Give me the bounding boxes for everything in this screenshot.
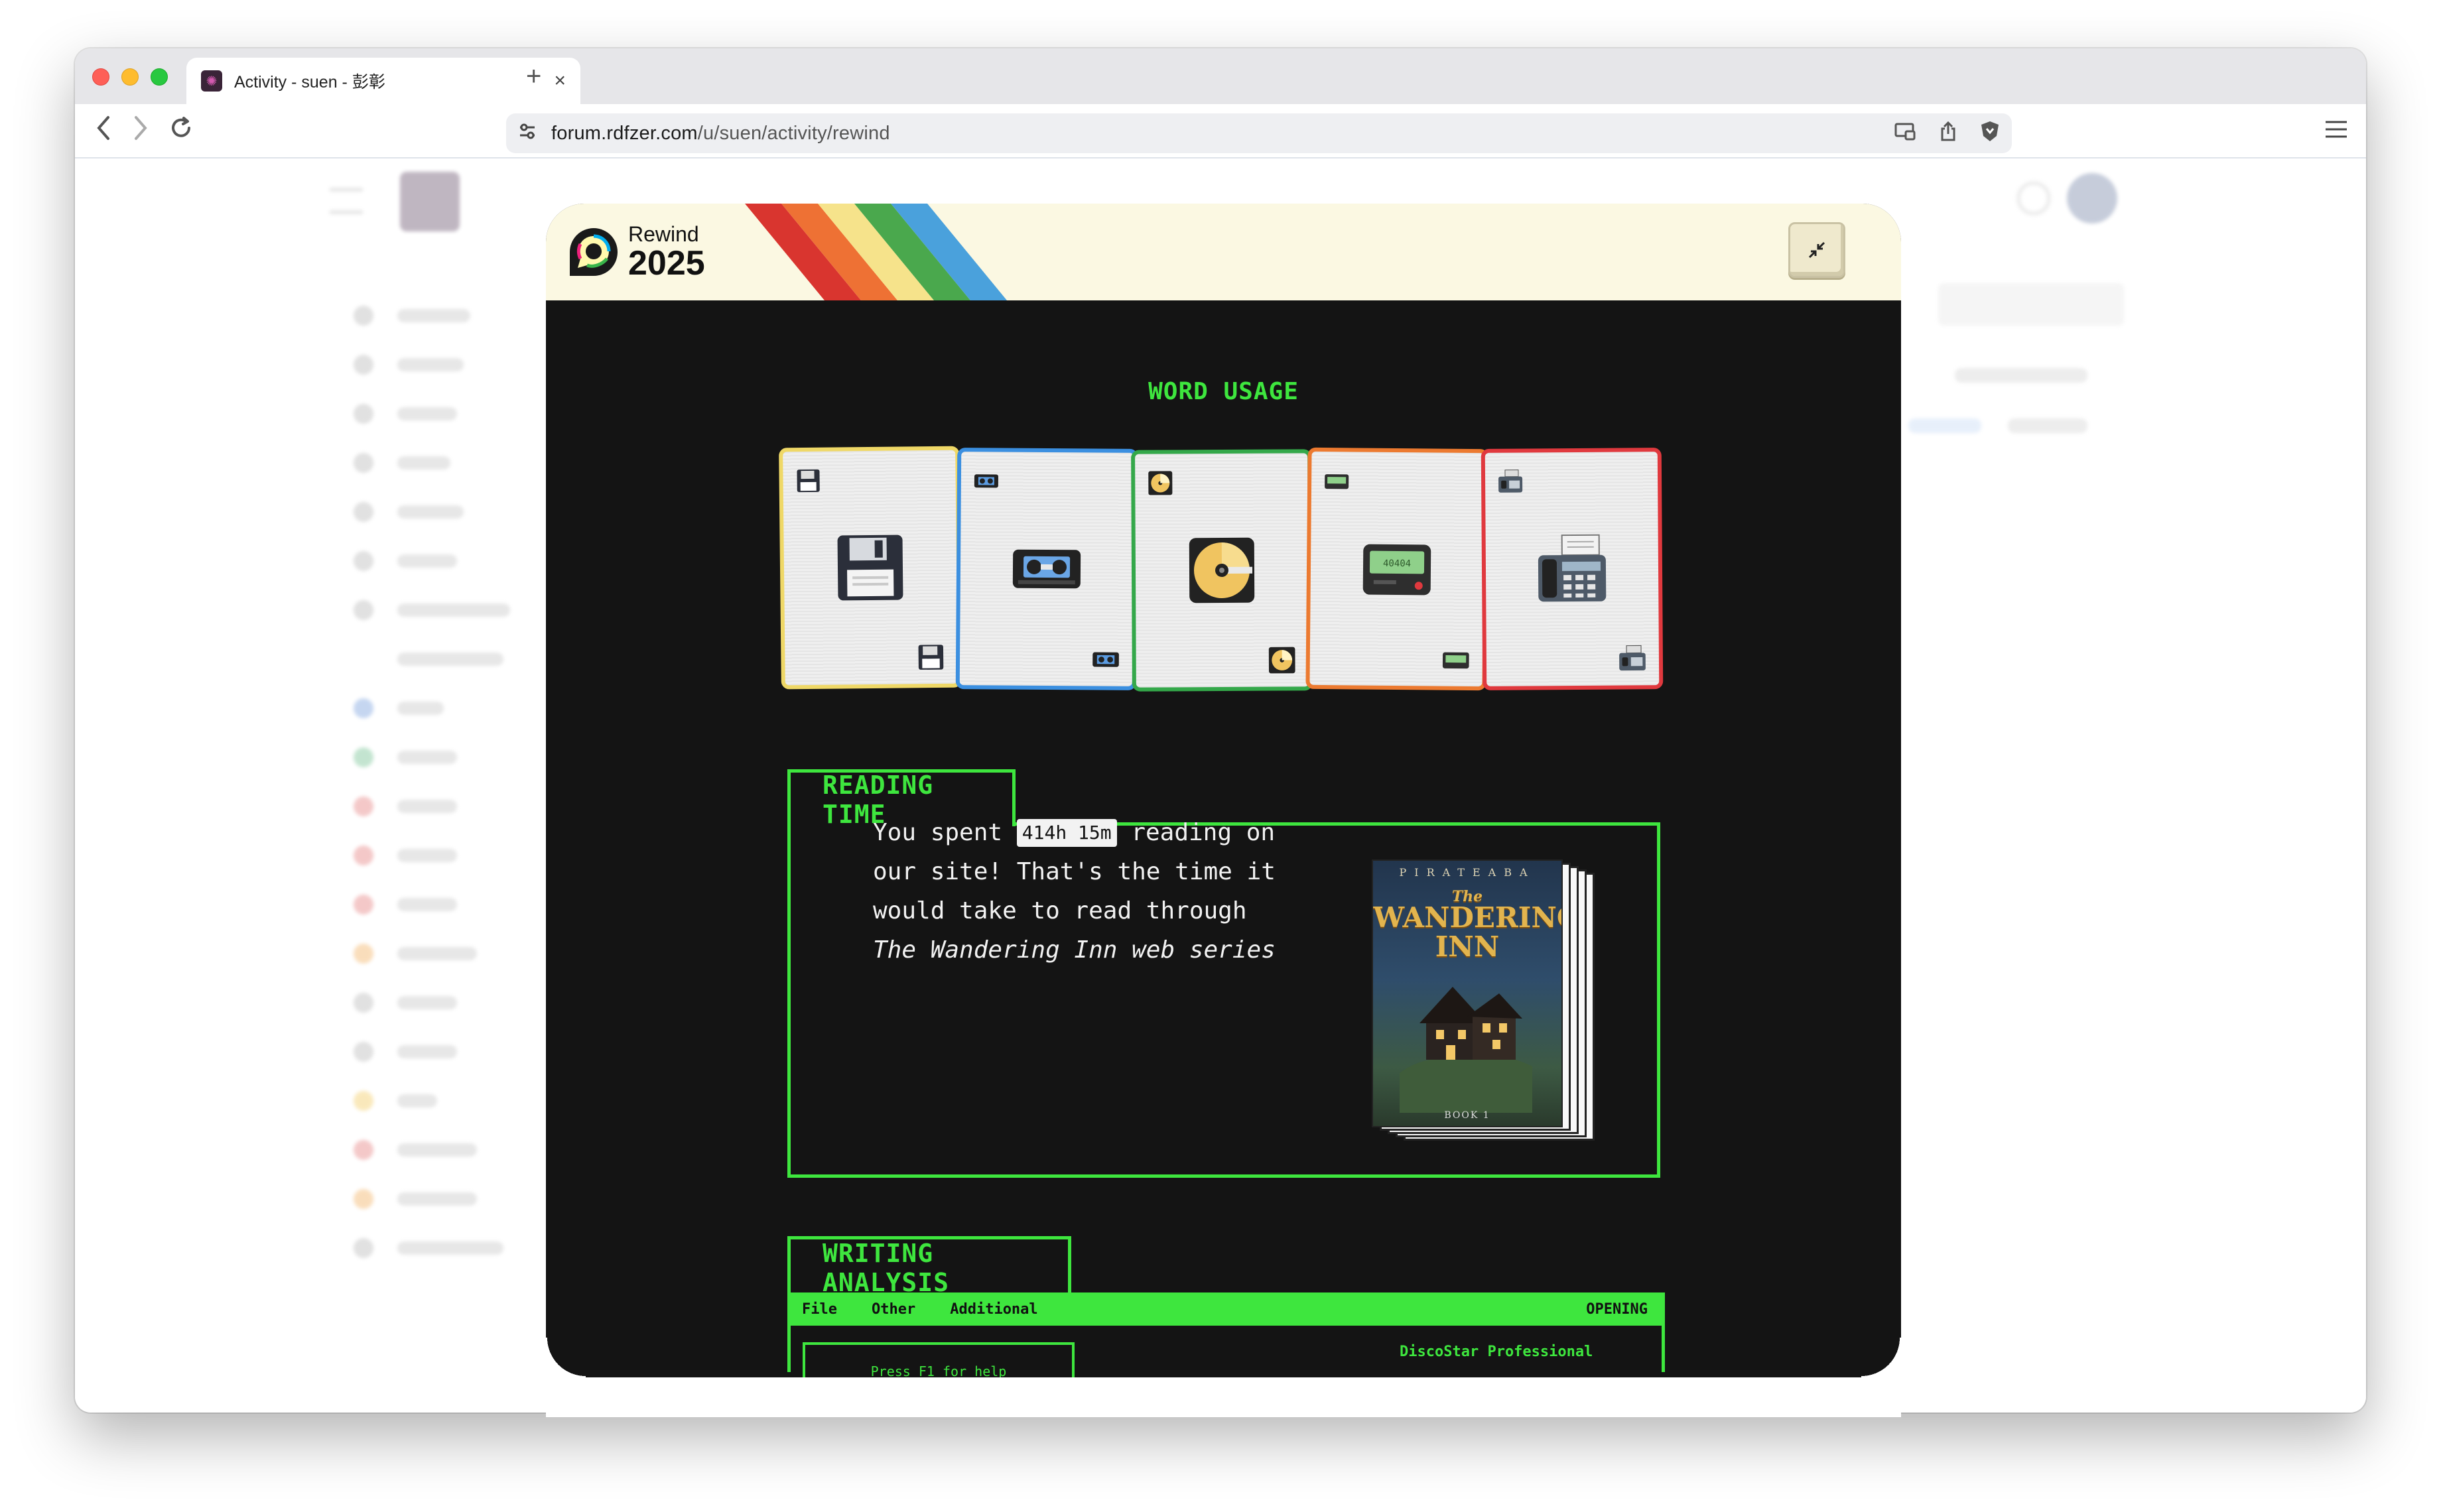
tab-activity[interactable]: ✺ Activity - suen - 彭彰 × <box>186 58 580 104</box>
floppy-disk-icon <box>918 645 944 670</box>
card-vhs[interactable] <box>955 448 1138 690</box>
svg-text:40404: 40404 <box>1383 558 1411 569</box>
product-name: DiscoStar Professional <box>1400 1344 1593 1360</box>
browser-window: ✺ Activity - suen - 彭彰 × + forum.rdfzer.… <box>75 48 2366 1413</box>
page-content: Rewind 2025 <box>75 158 2366 1413</box>
sidebar <box>354 291 566 1273</box>
minimize-modal-button[interactable] <box>1788 222 1845 278</box>
vhs-tape-icon <box>1012 549 1081 589</box>
vhs-tape-icon <box>1092 652 1119 667</box>
reading-prefix: You spent <box>873 819 1003 846</box>
pager-icon: 40404 <box>1362 544 1431 596</box>
fax-machine-icon <box>1619 645 1646 671</box>
reading-time-text: You spent 414h 15m reading on our site! … <box>873 813 1284 970</box>
activity-tab <box>1908 418 1981 433</box>
book-cover-image: PIRATEABA The WANDERING INN BOOK 1 <box>1372 859 1563 1127</box>
expand-button <box>1938 283 2124 326</box>
card-pager[interactable]: 40404 <box>1305 447 1488 691</box>
menu-additional[interactable]: Additional <box>950 1301 1037 1318</box>
fax-machine-icon <box>1538 534 1607 602</box>
site-settings-icon[interactable] <box>518 122 537 145</box>
app-menu-bar: File Other Additional OPENING <box>787 1292 1665 1326</box>
inn-illustration <box>1400 987 1532 1113</box>
writing-analysis-title: WRITING ANALYSIS <box>787 1236 1071 1297</box>
tab-close-icon[interactable]: × <box>554 70 566 92</box>
menu-other[interactable]: Other <box>872 1301 915 1318</box>
sidebar-toggle-icon <box>330 188 363 214</box>
word-usage-title: WORD USAGE <box>1148 378 1299 405</box>
url-text: forum.rdfzer.com/u/suen/activity/rewind <box>551 123 1871 145</box>
forward-icon[interactable] <box>133 115 149 150</box>
rewind-logo: Rewind 2025 <box>567 223 705 281</box>
card-fax[interactable] <box>1481 448 1664 690</box>
book-title: The WANDERING INN <box>1373 888 1563 963</box>
reading-book-name: The Wandering Inn web series <box>873 936 1276 964</box>
card-floppy[interactable] <box>779 446 962 690</box>
forum-favicon-icon: ✺ <box>201 70 222 92</box>
app-status: OPENING <box>1586 1300 1648 1318</box>
back-icon[interactable] <box>95 115 111 150</box>
reload-icon[interactable] <box>168 115 194 150</box>
zoom-window-button[interactable] <box>151 68 168 86</box>
reading-time-badge: 414h 15m <box>1016 819 1117 847</box>
pager-icon <box>1325 474 1349 489</box>
rewind-logo-word: Rewind <box>628 222 699 246</box>
card-cd[interactable] <box>1131 449 1313 692</box>
floppy-disk-icon <box>837 535 903 601</box>
brave-shield-icon[interactable] <box>1980 120 2000 147</box>
address-bar[interactable]: forum.rdfzer.com/u/suen/activity/rewind <box>506 113 2012 153</box>
collapse-arrows-icon <box>1808 241 1825 259</box>
rainbow-stripes <box>745 204 1007 300</box>
pager-icon <box>1442 652 1469 669</box>
menu-icon[interactable] <box>2324 117 2349 146</box>
rewind-header: Rewind 2025 <box>546 204 1901 300</box>
vhs-tape-icon <box>974 474 998 488</box>
rewind-logo-year: 2025 <box>628 244 705 283</box>
share-icon[interactable] <box>1939 121 1957 147</box>
cd-icon <box>1268 647 1295 674</box>
search-icon <box>2016 181 2051 216</box>
book-author: PIRATEABA <box>1399 866 1536 879</box>
menu-file[interactable]: File <box>802 1301 837 1318</box>
forum-logo <box>400 172 460 231</box>
cast-icon[interactable] <box>1894 122 1916 145</box>
url-host: forum.rdfzer.com <box>551 122 698 144</box>
new-tab-button[interactable]: + <box>526 62 541 92</box>
cd-icon <box>1148 471 1173 495</box>
modal-bottom-clip <box>546 1377 1901 1417</box>
cd-icon <box>1189 537 1255 603</box>
navigation-bar: forum.rdfzer.com/u/suen/activity/rewind <box>75 104 2366 158</box>
preferences-link <box>1955 368 2087 383</box>
tab-title: Activity - suen - 彭彰 <box>234 73 385 92</box>
fax-machine-icon <box>1498 470 1523 493</box>
book-volume: BOOK 1 <box>1444 1110 1490 1121</box>
discourse-logo-icon <box>570 228 618 276</box>
url-path: /u/suen/activity/rewind <box>697 122 890 144</box>
inbox-tab <box>2008 418 2087 433</box>
floppy-disk-icon <box>797 469 820 493</box>
avatar <box>2067 173 2117 223</box>
tab-bar: ✺ Activity - suen - 彭彰 × + <box>75 48 2366 104</box>
minimize-window-button[interactable] <box>121 68 139 86</box>
help-box: Press F1 for help <box>803 1342 1075 1382</box>
close-window-button[interactable] <box>92 68 109 86</box>
